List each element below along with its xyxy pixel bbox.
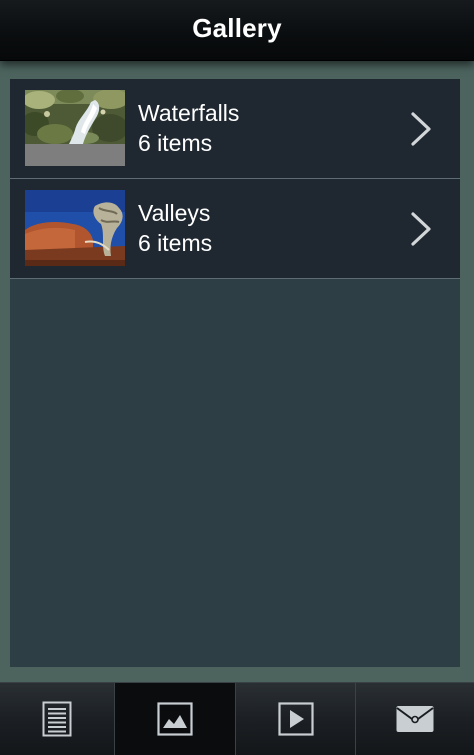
waterfall-thumbnail — [25, 90, 125, 166]
document-list-icon — [42, 701, 72, 737]
album-title: Waterfalls — [138, 100, 240, 126]
play-icon — [277, 702, 314, 736]
page-title: Gallery — [192, 13, 282, 43]
picture-icon — [157, 702, 193, 736]
tab-video[interactable] — [236, 683, 356, 755]
album-list: Waterfalls 6 items Valleys 6 items — [10, 79, 460, 667]
tab-documents[interactable] — [0, 683, 115, 755]
envelope-icon — [396, 706, 434, 732]
chevron-right-icon — [411, 112, 431, 146]
chevron-right-icon — [411, 212, 431, 246]
tab-mail[interactable] — [356, 683, 474, 755]
album-row-waterfalls[interactable]: Waterfalls 6 items — [10, 79, 460, 179]
tab-bar — [0, 682, 474, 755]
album-row-valleys[interactable]: Valleys 6 items — [10, 179, 460, 279]
tab-gallery[interactable] — [115, 683, 236, 755]
album-item-count: 6 items — [138, 230, 213, 256]
album-title: Valleys — [138, 200, 211, 226]
album-item-count: 6 items — [138, 130, 213, 156]
valley-thumbnail — [25, 190, 125, 266]
header-bar: Gallery — [0, 0, 474, 61]
